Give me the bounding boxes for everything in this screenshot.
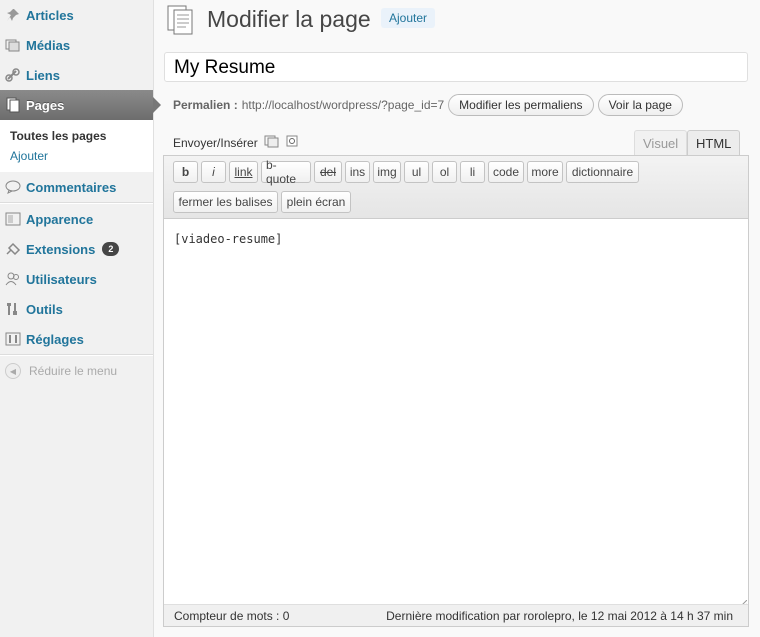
menu-apparence[interactable]: Apparence — [0, 204, 153, 234]
qt-more-button[interactable]: more — [527, 161, 563, 183]
qt-italic-button[interactable]: i — [201, 161, 226, 183]
plugin-icon — [5, 241, 21, 257]
qt-blockquote-button[interactable]: b-quote — [261, 158, 311, 186]
qt-ul-button[interactable]: ul — [404, 161, 429, 183]
admin-sidebar: Articles Médias Liens Pages Toutes les p… — [0, 0, 161, 637]
collapse-menu-button[interactable]: ◀ Réduire le menu — [0, 356, 153, 386]
collapse-arrow-icon: ◀ — [5, 363, 21, 379]
qt-bold-button[interactable]: b — [173, 161, 198, 183]
qt-ol-button[interactable]: ol — [432, 161, 457, 183]
menu-reglages[interactable]: Réglages — [0, 324, 153, 354]
editor-status-bar: Compteur de mots : 0 Dernière modificati… — [164, 604, 748, 626]
permalink-row: Permalien : http://localhost/wordpress/?… — [173, 94, 683, 116]
menu-liens[interactable]: Liens — [0, 60, 153, 90]
add-new-page-button[interactable]: Ajouter — [381, 8, 436, 28]
tools-icon — [5, 301, 21, 317]
qt-img-button[interactable]: img — [373, 161, 401, 183]
media-buttons: Envoyer/Insérer — [173, 134, 298, 151]
menu-utilisateurs[interactable]: Utilisateurs — [0, 264, 153, 294]
menu-extensions[interactable]: Extensions 2 — [0, 234, 153, 264]
qt-fullscreen-button[interactable]: plein écran — [281, 191, 351, 213]
comment-icon — [5, 179, 21, 195]
qt-close-tags-button[interactable]: fermer les balises — [173, 191, 278, 213]
qt-link-button[interactable]: link — [229, 161, 258, 183]
qt-del-button[interactable]: del — [314, 161, 342, 183]
page-icon — [166, 4, 196, 36]
editor-textarea[interactable]: [viadeo-resume] — [174, 232, 282, 246]
qt-dictionary-button[interactable]: dictionnaire — [566, 161, 639, 183]
word-count: Compteur de mots : 0 — [174, 609, 290, 623]
permalink-label: Permalien : — [173, 98, 238, 112]
settings-icon — [5, 331, 21, 347]
update-count-badge: 2 — [102, 242, 120, 256]
qt-li-button[interactable]: li — [460, 161, 485, 183]
users-icon — [5, 271, 21, 287]
last-modified: Dernière modification par rorolepro, le … — [386, 609, 733, 623]
submenu-all-pages[interactable]: Toutes les pages — [0, 126, 153, 146]
pushpin-icon — [5, 7, 21, 23]
upload-insert-label: Envoyer/Insérer — [173, 135, 258, 150]
post-title-input[interactable]: My Resume — [164, 52, 748, 82]
pages-submenu: Toutes les pages Ajouter — [0, 120, 153, 172]
menu-pages[interactable]: Pages — [0, 90, 161, 120]
qt-code-button[interactable]: code — [488, 161, 524, 183]
menu-outils[interactable]: Outils — [0, 294, 153, 324]
edit-permalink-button[interactable]: Modifier les permaliens — [448, 94, 594, 116]
menu-articles[interactable]: Articles — [0, 0, 153, 30]
add-media-icon[interactable] — [264, 134, 280, 151]
appearance-icon — [5, 211, 21, 227]
pages-icon — [5, 97, 21, 113]
submenu-add-page[interactable]: Ajouter — [0, 146, 153, 166]
add-other-media-icon[interactable] — [286, 135, 298, 150]
menu-medias[interactable]: Médias — [0, 30, 153, 60]
tab-visual[interactable]: Visuel — [634, 130, 688, 156]
qt-ins-button[interactable]: ins — [345, 161, 370, 183]
page-title: Modifier la page — [207, 6, 371, 32]
quicktags-toolbar: b i link b-quote del ins img ul ol li co… — [164, 156, 748, 219]
resize-grip-icon[interactable] — [738, 595, 748, 609]
link-icon — [5, 67, 21, 83]
editor-container: b i link b-quote del ins img ul ol li co… — [163, 155, 749, 627]
media-icon — [5, 37, 21, 53]
tab-html[interactable]: HTML — [687, 130, 741, 156]
permalink-url[interactable]: http://localhost/wordpress/?page_id=7 — [242, 98, 444, 112]
view-page-button[interactable]: Voir la page — [597, 94, 683, 116]
menu-commentaires[interactable]: Commentaires — [0, 172, 153, 202]
